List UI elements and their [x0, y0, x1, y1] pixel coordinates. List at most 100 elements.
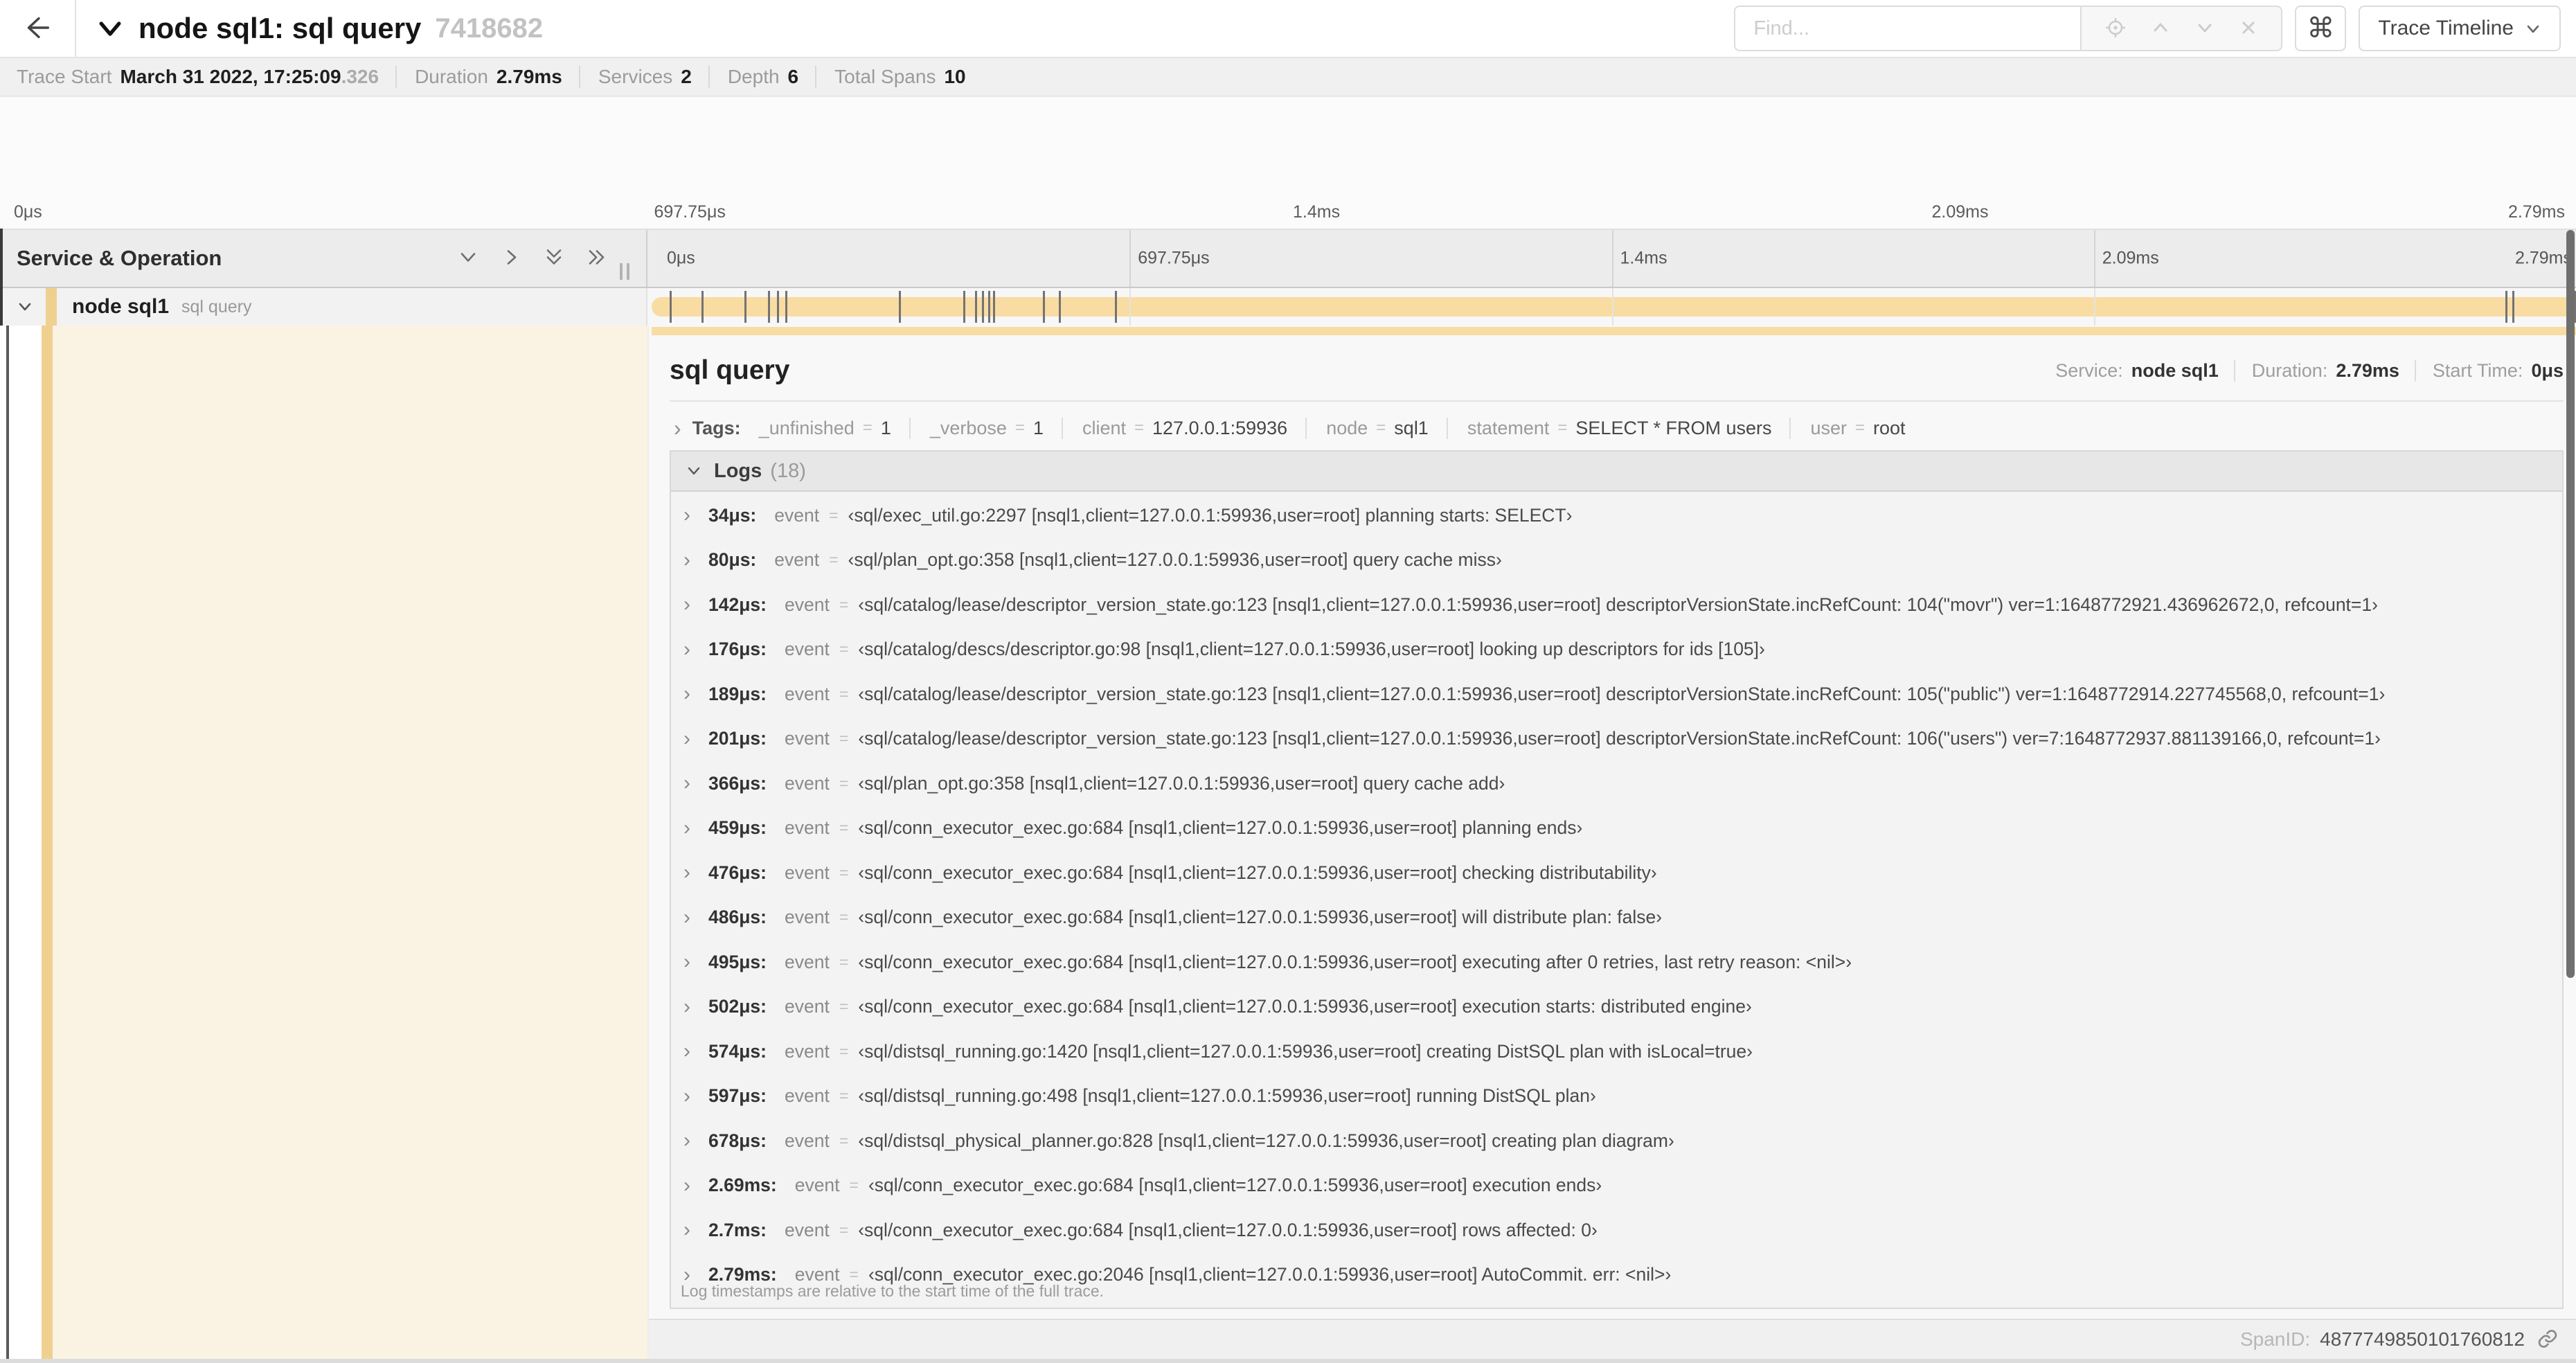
collapse-trace-chevron-icon[interactable] — [96, 14, 125, 43]
summary-item: Trace Start March 31 2022, 17:25:09.326 — [17, 66, 379, 88]
equals-sign: = — [1855, 418, 1866, 437]
prev-match-button[interactable] — [2149, 17, 2172, 41]
collapse-all-button[interactable] — [542, 246, 566, 271]
trace-timeline-page: node sql1: sql query 7418682 Find... ⌘ T… — [0, 0, 2576, 1363]
span-detail-header[interactable]: sql query Service: node sql1 Duration: 2.7… — [670, 349, 2564, 392]
tag-item[interactable]: statement = SELECT * FROM users — [1446, 417, 1771, 439]
log-field-value: ‹sql/catalog/lease/descriptor_version_st… — [858, 728, 2381, 749]
service-operation-header: Service & Operation — [0, 230, 647, 287]
copy-link-button[interactable] — [2536, 1327, 2559, 1353]
log-field-value: ‹sql/catalog/lease/descriptor_version_st… — [858, 594, 2378, 615]
grid-line — [2093, 230, 2095, 287]
page-title: node sql1: sql query — [138, 12, 422, 44]
logs-header[interactable]: Logs (18) — [671, 452, 2562, 492]
log-timestamp: 366μs: — [708, 772, 767, 794]
log-field-key: event — [785, 907, 830, 928]
clear-find-button[interactable] — [2238, 17, 2259, 40]
logs-title: Logs — [714, 459, 762, 482]
log-row[interactable]: › 176μs: event = ‹sql/catalog/descs/descript… — [671, 627, 2562, 672]
column-splitter-grip[interactable] — [620, 263, 629, 280]
view-selector-button[interactable]: Trace Timeline — [2359, 6, 2561, 51]
equals-sign: = — [839, 1087, 849, 1105]
tags-row[interactable]: › Tags: _unfinished = 1 _verbose = 1 client = 12… — [674, 410, 2564, 446]
log-field-value: ‹sql/conn_executor_exec.go:684 [nsql1,cl… — [868, 1175, 1602, 1196]
log-marker-tick — [982, 291, 985, 323]
equals-sign: = — [839, 863, 849, 882]
chevron-right-icon: › — [683, 950, 690, 974]
find-input[interactable] — [1734, 6, 2081, 51]
log-row[interactable]: › 34μs: event = ‹sql/exec_util.go:2297 [nsql… — [671, 493, 2562, 538]
log-field-key: event — [785, 772, 830, 794]
log-timestamp: 486μs: — [708, 907, 767, 928]
log-row[interactable]: › 574μs: event = ‹sql/distsql_running.go:142… — [671, 1029, 2562, 1074]
equals-sign: = — [1014, 418, 1025, 437]
summary-value-suffix: .326 — [341, 66, 379, 87]
tag-item[interactable]: client = 127.0.0.1:59936 — [1061, 417, 1287, 439]
log-rows: › 34μs: event = ‹sql/exec_util.go:2297 [nsql… — [671, 493, 2562, 1286]
log-row[interactable]: › 80μs: event = ‹sql/plan_opt.go:358 [nsql1,… — [671, 538, 2562, 583]
log-row[interactable]: › 2.69ms: event = ‹sql/conn_executor_exec.go… — [671, 1164, 2562, 1209]
grid-line — [1611, 230, 1613, 287]
summary-label: Duration — [415, 66, 488, 87]
log-row[interactable]: › 502μs: event = ‹sql/conn_executor_exec.go:… — [671, 985, 2562, 1030]
summary-item: Duration 2.79ms — [395, 66, 562, 88]
span-duration-bar[interactable] — [652, 297, 2576, 317]
keyboard-shortcuts-button[interactable]: ⌘ — [2295, 6, 2347, 51]
log-row[interactable]: › 495μs: event = ‹sql/conn_executor_exec.go:… — [671, 940, 2562, 985]
chevron-right-icon: › — [674, 415, 681, 440]
tag-item[interactable]: user = root — [1789, 417, 1906, 439]
grid-line — [1129, 230, 1132, 287]
log-timestamp: 176μs: — [708, 639, 767, 660]
log-marker-tick — [993, 291, 996, 323]
log-row[interactable]: › 2.7ms: event = ‹sql/conn_executor_exec.go:… — [671, 1208, 2562, 1253]
log-row[interactable]: › 476μs: event = ‹sql/conn_executor_exec.go:… — [671, 850, 2562, 896]
log-marker-tick — [1042, 291, 1045, 323]
chevron-down-icon — [456, 246, 480, 271]
log-row[interactable]: › 201μs: event = ‹sql/catalog/lease/descript… — [671, 717, 2562, 762]
log-field-value: ‹sql/conn_executor_exec.go:684 [nsql1,cl… — [858, 951, 1852, 972]
vertical-scrollbar[interactable] — [2566, 230, 2575, 978]
equals-sign: = — [829, 551, 839, 569]
log-field-key: event — [774, 504, 820, 526]
log-row[interactable]: › 486μs: event = ‹sql/conn_executor_exec.go:… — [671, 896, 2562, 941]
minimap-section: 0μs 697.75μs 1.4ms 2.09ms 2.79ms — [0, 97, 2576, 313]
collapse-one-button[interactable] — [456, 246, 480, 271]
tag-item[interactable]: _unfinished = 1 — [759, 418, 891, 439]
log-row[interactable]: › 597μs: event = ‹sql/distsql_running.go:498… — [671, 1074, 2562, 1119]
chevron-right-icon: › — [683, 1129, 690, 1152]
chevron-right-icon: › — [683, 995, 690, 1018]
log-row[interactable]: › 142μs: event = ‹sql/catalog/lease/descript… — [671, 582, 2562, 627]
log-field-value: ‹sql/plan_opt.go:358 [nsql1,client=127.0… — [848, 549, 1502, 571]
chevron-right-icon: › — [683, 772, 690, 795]
focus-match-button[interactable] — [2104, 16, 2127, 42]
tag-item[interactable]: node = sql1 — [1305, 417, 1429, 439]
tag-item[interactable]: _verbose = 1 — [909, 417, 1044, 439]
tag-key: client — [1082, 417, 1126, 438]
log-row[interactable]: › 678μs: event = ‹sql/distsql_physical_plann… — [671, 1119, 2562, 1164]
link-icon — [2536, 1327, 2559, 1353]
back-button[interactable] — [0, 0, 76, 57]
log-field-key: event — [785, 683, 830, 704]
expand-one-button[interactable] — [499, 246, 523, 271]
log-timestamp: 459μs: — [708, 817, 767, 839]
equals-sign: = — [1376, 418, 1386, 437]
tags-label: Tags: — [692, 417, 741, 438]
chevron-down-icon[interactable] — [15, 297, 43, 317]
log-row[interactable]: › 189μs: event = ‹sql/catalog/lease/descript… — [671, 672, 2562, 717]
log-row[interactable]: › 459μs: event = ‹sql/conn_executor_exec.go:… — [671, 806, 2562, 851]
summary-value: 2.79ms — [496, 66, 562, 87]
span-row-label[interactable]: node sql1 sql query — [0, 288, 647, 326]
log-row[interactable]: › 366μs: event = ‹sql/plan_opt.go:358 [nsql1… — [671, 761, 2562, 806]
chevron-down-icon — [2194, 17, 2216, 41]
log-field-value: ‹sql/exec_util.go:2297 [nsql1,client=127… — [848, 504, 1573, 526]
logs-count: (18) — [770, 459, 806, 482]
detail-left-background — [53, 326, 647, 1359]
meta-value: node sql1 — [2131, 359, 2219, 381]
next-match-button[interactable] — [2194, 17, 2216, 41]
log-timestamp: 2.69ms: — [708, 1175, 777, 1196]
expand-all-button[interactable] — [585, 246, 609, 271]
log-field-value: ‹sql/distsql_running.go:498 [nsql1,clien… — [858, 1085, 1596, 1107]
log-field-key: event — [785, 1040, 830, 1062]
log-timestamp: 574μs: — [708, 1040, 767, 1062]
command-icon: ⌘ — [2307, 13, 2335, 44]
